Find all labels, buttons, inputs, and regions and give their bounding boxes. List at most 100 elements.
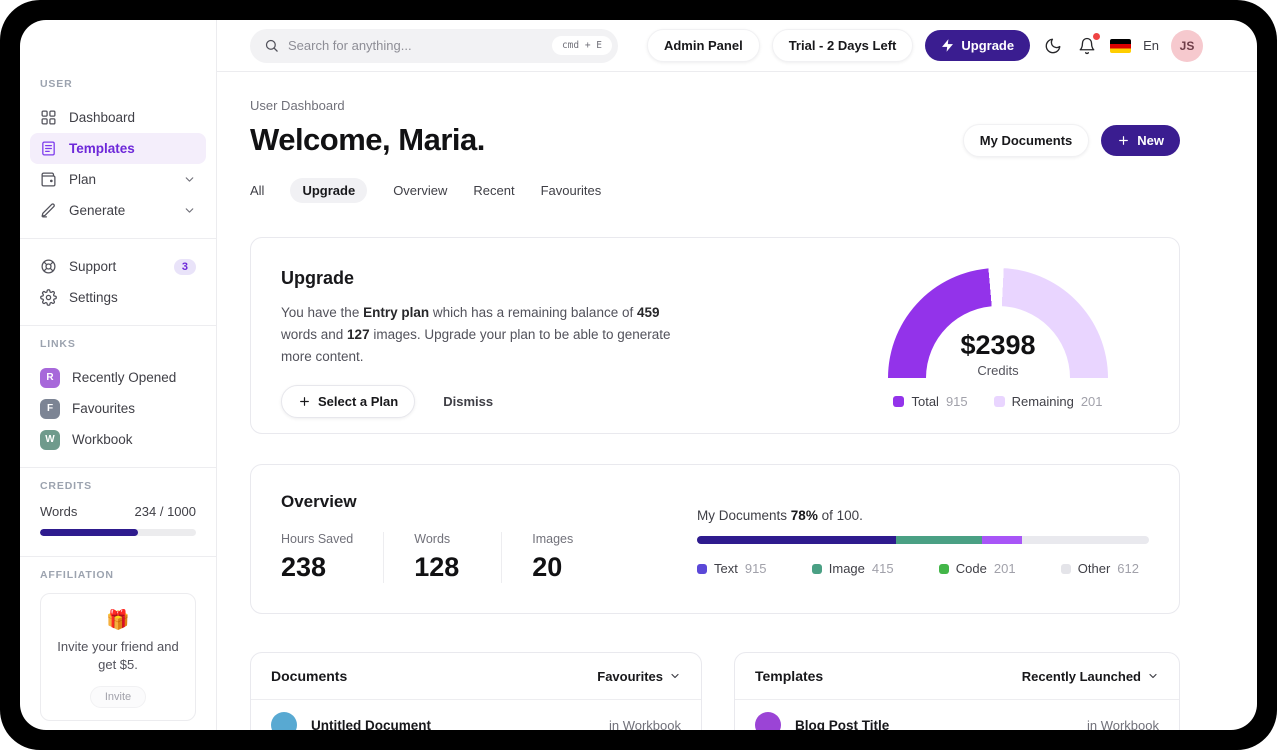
moon-icon [1045, 38, 1061, 53]
legend-name: Total [911, 394, 939, 409]
sidebar-item-templates[interactable]: Templates [30, 133, 206, 164]
select-plan-label: Select a Plan [318, 393, 399, 409]
sidebar-item-plan[interactable]: Plan [30, 164, 206, 195]
sidebar-item-label: Templates [69, 141, 135, 156]
my-documents-button[interactable]: My Documents [962, 123, 1090, 157]
legend-item-remaining: Remaining 201 [993, 394, 1103, 409]
sidebar-item-support[interactable]: Support 3 [30, 251, 206, 282]
stat-value: 238 [281, 552, 327, 582]
gear-icon [40, 289, 57, 306]
template-row[interactable]: Blog Post Title in Workbook [735, 700, 1179, 730]
legend-name: Image [828, 561, 865, 576]
sidebar-item-label: Settings [69, 290, 118, 305]
body-text: which has a remaining balance of [429, 305, 637, 320]
chevron-down-icon [185, 177, 194, 182]
documents-card-title: Documents [271, 668, 348, 684]
segment-code [981, 536, 1023, 544]
stacked-progress-bar [697, 536, 1149, 544]
legend-item-image: Image 415 [811, 561, 894, 576]
tab-upgrade[interactable]: Upgrade [290, 177, 368, 203]
documents-card: Documents Favourites Untitled Document i… [250, 652, 702, 730]
sidebar-item-settings[interactable]: Settings [30, 282, 206, 313]
body-text: You have the [281, 305, 364, 320]
legend-value: 915 [744, 561, 767, 576]
plus-icon [1119, 135, 1129, 145]
title-actions: My Documents New [962, 123, 1180, 157]
stat-label: Hours Saved [281, 532, 354, 546]
templates-card-title: Templates [755, 668, 824, 684]
wallet-icon [41, 172, 56, 187]
new-button-label: New [1137, 132, 1164, 148]
filter-label: Favourites [597, 668, 663, 684]
sidebar-item-generate[interactable]: Generate [30, 195, 206, 226]
link-label: Workbook [72, 432, 133, 447]
admin-panel-button[interactable]: Admin Panel [646, 29, 760, 62]
user-avatar[interactable]: JS [1171, 29, 1203, 62]
sidebar: USER Dashboard Templates Plan Generate S… [20, 20, 217, 730]
main-area: Search for anything... cmd + E Admin Pan… [217, 20, 1257, 730]
sidebar-section-user: USER [40, 78, 73, 90]
gauge-chart: $2398 Credits [888, 268, 1108, 378]
link-initial-badge: W [40, 429, 60, 450]
credits-label: Words [40, 504, 78, 519]
templates-filter-dropdown[interactable]: Recently Launched [1022, 669, 1159, 684]
legend-name: Code [955, 561, 987, 576]
dismiss-button[interactable]: Dismiss [443, 394, 493, 409]
notifications-button[interactable] [1076, 32, 1101, 57]
new-button[interactable]: New [1101, 124, 1180, 156]
legend-swatch [938, 563, 949, 574]
select-plan-button[interactable]: Select a Plan [281, 384, 416, 418]
credits-gauge: $2398 Credits Total 915 Remaining 201 [879, 268, 1117, 409]
gift-icon: 🎁 [106, 610, 130, 631]
sidebar-item-label: Plan [69, 172, 97, 187]
title-row: Welcome, Maria. My Documents New [250, 119, 1180, 161]
overview-left: Overview Hours Saved 238 Words 128 Image… [281, 492, 650, 586]
tab-favourites[interactable]: Favourites [541, 183, 602, 198]
top-bar: Search for anything... cmd + E Admin Pan… [217, 20, 1257, 72]
legend-swatch [1060, 563, 1071, 574]
german-flag-icon[interactable] [1110, 38, 1132, 53]
caption-text: of 100. [821, 508, 863, 523]
tab-overview[interactable]: Overview [393, 183, 447, 198]
sidebar-item-dashboard[interactable]: Dashboard [30, 102, 206, 133]
segment-image [895, 536, 982, 544]
sidebar-link-recently-opened[interactable]: R Recently Opened [40, 362, 196, 393]
tab-all[interactable]: All [250, 183, 264, 198]
sidebar-section-links: LINKS [40, 338, 76, 350]
trial-days-left-button[interactable]: Trial - 2 Days Left [771, 29, 914, 62]
stat-value: 128 [414, 552, 460, 582]
tab-recent[interactable]: Recent [473, 183, 514, 198]
sidebar-link-workbook[interactable]: W Workbook [40, 424, 196, 455]
invite-button[interactable]: Invite [89, 686, 147, 709]
page-title: Welcome, Maria. [250, 122, 485, 157]
documents-filter-dropdown[interactable]: Favourites [597, 669, 681, 684]
legend-name: Remaining [1011, 394, 1074, 409]
legend-name: Other [1077, 561, 1111, 576]
upgrade-button[interactable]: Upgrade [925, 30, 1031, 61]
legend-item-other: Other 612 [1060, 561, 1139, 576]
search-placeholder: Search for anything... [288, 38, 412, 53]
template-title: Blog Post Title [795, 717, 890, 731]
documents-progress-caption: My Documents 78% of 100. [697, 508, 1149, 523]
tab-bar: All Upgrade Overview Recent Favourites [250, 177, 1180, 203]
link-label: Favourites [72, 401, 136, 416]
search-icon [265, 39, 278, 52]
grid-icon [41, 110, 56, 125]
chevron-down-icon [185, 208, 194, 213]
breadcrumb: User Dashboard [250, 98, 345, 113]
language-selector[interactable]: En [1143, 38, 1159, 53]
body-text: words and [281, 326, 348, 342]
upgrade-card: Upgrade You have the Entry plan which ha… [250, 237, 1180, 434]
content-area: User Dashboard Welcome, Maria. My Docume… [217, 72, 1257, 730]
images-balance: 127 [347, 326, 370, 342]
legend-swatch [697, 563, 707, 574]
caption-text: My Documents [697, 508, 788, 523]
sidebar-section-affiliation: AFFILIATION [40, 569, 114, 581]
document-location: in Workbook [608, 717, 681, 731]
dark-mode-toggle[interactable] [1042, 35, 1064, 57]
document-row[interactable]: Untitled Document in Workbook [251, 700, 701, 730]
sidebar-link-favourites[interactable]: F Favourites [40, 393, 196, 424]
progress-legend: Text 915 Image 415 Code 201 Other 612 [697, 561, 1149, 576]
app-window: USER Dashboard Templates Plan Generate S… [20, 20, 1257, 730]
search-input[interactable]: Search for anything... cmd + E [250, 28, 618, 63]
